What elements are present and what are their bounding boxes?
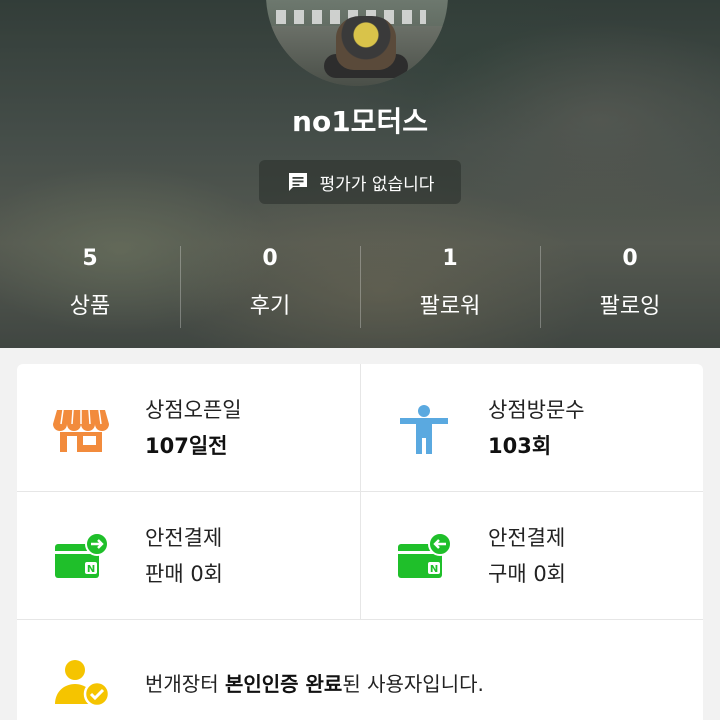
safe-payment-sell: N 안전결제 판매 0회 [17, 492, 360, 620]
stat-label: 팔로잉 [599, 294, 661, 319]
safe-sell-title: 안전결제 [145, 526, 223, 550]
stats-bar: 5 상품 0 후기 1 팔로워 0 팔로잉 [0, 240, 720, 330]
profile-header: no1모터스 평가가 없습니다 5 상품 0 후기 1 팔로워 0 팔로잉 [0, 0, 720, 348]
svg-text:N: N [430, 564, 438, 575]
verified-user-icon [55, 660, 111, 708]
shop-open-title: 상점오픈일 [145, 398, 242, 422]
store-icon [53, 409, 109, 452]
safe-buy-title: 안전결제 [488, 526, 566, 550]
identity-verified-row: 번개장터 본인인증 완료된 사용자입니다. [17, 620, 703, 720]
rating-text: 평가가 없습니다 [319, 174, 435, 195]
avatar[interactable] [266, 0, 448, 86]
rating-button[interactable]: 평가가 없습니다 [259, 160, 461, 204]
stat-following[interactable]: 0 팔로잉 [540, 240, 720, 330]
stat-count: 0 [262, 246, 278, 271]
wallet-icon: N [55, 532, 109, 578]
stat-count: 5 [82, 246, 98, 271]
stat-reviews[interactable]: 0 후기 [180, 240, 360, 330]
stat-count: 0 [622, 246, 638, 271]
shop-visits-title: 상점방문수 [488, 398, 585, 422]
verification-prefix: 번개장터 [145, 672, 225, 696]
verification-suffix: 된 사용자입니다. [342, 672, 484, 696]
message-icon [288, 173, 307, 191]
shop-info-card: 상점오픈일 107일전 상점방문수 103회 N 안전결제 판매 0회 N 안전… [17, 364, 703, 720]
safe-sell-value: 판매 0회 [145, 562, 223, 586]
stat-label: 상품 [69, 294, 111, 319]
stat-label: 후기 [249, 294, 291, 319]
shop-name: no1모터스 [292, 105, 428, 138]
stat-label: 팔로워 [419, 294, 481, 319]
avatar-rider [336, 16, 396, 70]
person-icon [400, 405, 448, 454]
shop-open-value: 107일전 [145, 434, 228, 458]
verification-text: 번개장터 본인인증 완료된 사용자입니다. [145, 668, 484, 697]
stat-count: 1 [442, 246, 458, 271]
stat-followers[interactable]: 1 팔로워 [360, 240, 540, 330]
shop-visits-value: 103회 [488, 434, 552, 458]
shop-open-date: 상점오픈일 107일전 [17, 364, 360, 492]
wallet-icon: N [398, 532, 452, 578]
safe-payment-buy: N 안전결제 구매 0회 [360, 492, 703, 620]
stat-products[interactable]: 5 상품 [0, 240, 180, 330]
safe-buy-value: 구매 0회 [488, 562, 566, 586]
verification-highlight: 본인인증 완료 [224, 672, 343, 696]
shop-visits: 상점방문수 103회 [360, 364, 703, 492]
svg-text:N: N [87, 564, 95, 575]
